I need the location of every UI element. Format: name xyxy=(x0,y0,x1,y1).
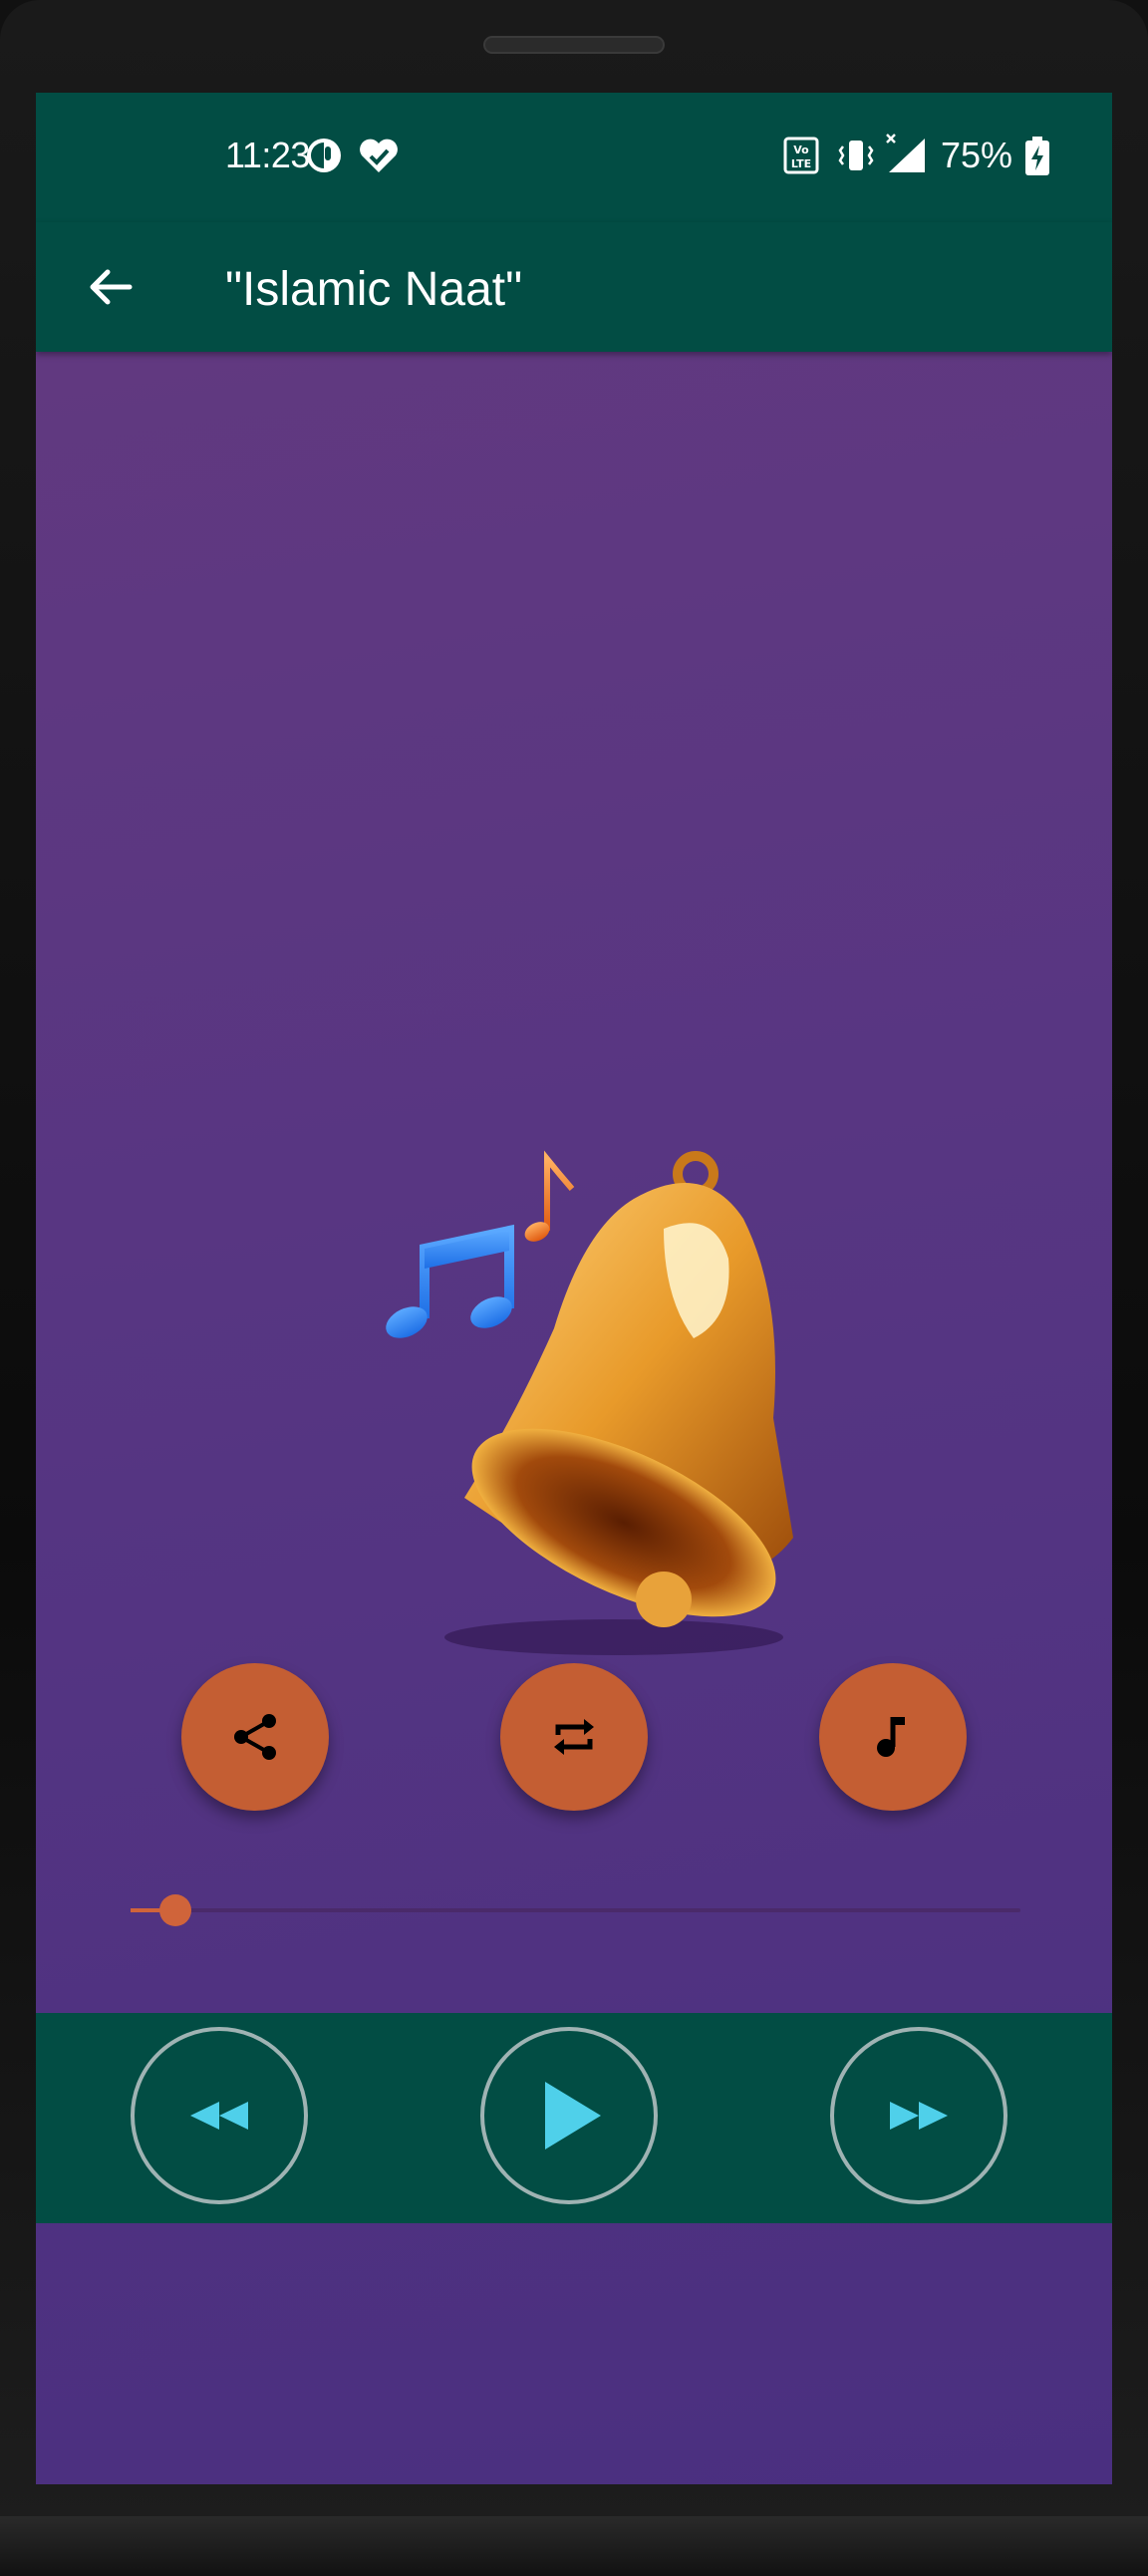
app-bar: "Islamic Naat" xyxy=(36,222,1112,352)
vibrate-icon xyxy=(838,141,874,170)
phone-bottom-bezel xyxy=(0,2516,1148,2576)
health-check-icon xyxy=(360,139,398,172)
arrow-back-icon xyxy=(90,269,133,305)
phone-speaker xyxy=(483,36,665,54)
rewind-button[interactable] xyxy=(131,2027,308,2204)
orange-music-note xyxy=(524,1150,575,1242)
bell-with-music-notes-illustration xyxy=(386,1150,793,1655)
seek-bar[interactable] xyxy=(131,1894,1020,1926)
music-note-icon xyxy=(877,1717,905,1757)
fast-forward-icon xyxy=(890,2102,948,2130)
status-time: 11:23 xyxy=(225,135,310,175)
signal-icon xyxy=(886,134,925,172)
set-ringtone-button[interactable] xyxy=(819,1663,967,1811)
play-icon xyxy=(545,2082,601,2149)
page-title: "Islamic Naat" xyxy=(225,263,523,316)
data-saver-icon xyxy=(307,139,341,172)
fast-forward-button[interactable] xyxy=(830,2027,1007,2204)
svg-text:Vo: Vo xyxy=(793,143,809,156)
back-button[interactable] xyxy=(76,252,145,322)
repeat-button[interactable] xyxy=(500,1663,648,1811)
phone-frame: 11:23 Vo LTE 75% "Islamic Naat" xyxy=(0,0,1148,2576)
battery-charging-icon xyxy=(1025,137,1049,175)
svg-text:LTE: LTE xyxy=(791,157,811,170)
status-bar: 11:23 Vo LTE 75% xyxy=(36,93,1112,222)
play-button[interactable] xyxy=(480,2027,658,2204)
player-controls xyxy=(36,2013,1112,2223)
share-icon xyxy=(234,1714,276,1760)
app-screen: 11:23 Vo LTE 75% "Islamic Naat" xyxy=(36,93,1112,2484)
rewind-icon xyxy=(190,2102,248,2130)
repeat-icon xyxy=(554,1719,594,1755)
share-button[interactable] xyxy=(181,1663,329,1811)
battery-percentage: 75% xyxy=(941,135,1013,175)
volte-icon: Vo LTE xyxy=(783,137,819,174)
seek-bar-thumb[interactable] xyxy=(158,1894,191,1926)
blue-music-note xyxy=(386,1224,514,1338)
